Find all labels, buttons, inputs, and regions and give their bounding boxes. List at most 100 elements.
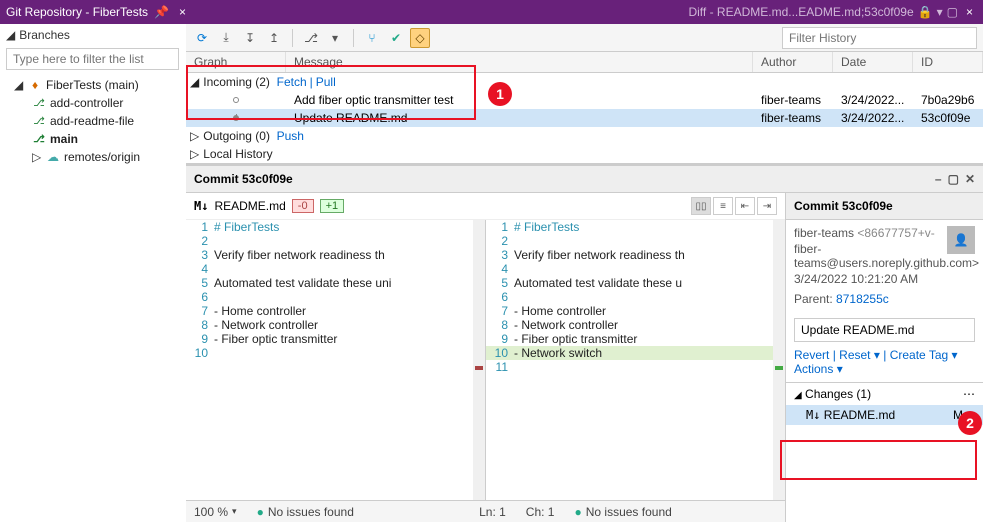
branch-graph-icon[interactable]: ⎇ — [301, 28, 321, 48]
reset-link[interactable]: Reset ▾ — [839, 348, 880, 362]
code-line[interactable]: 7- Home controller — [186, 304, 485, 318]
filter-icon[interactable]: ⑂ — [362, 28, 382, 48]
col-graph[interactable]: Graph — [186, 52, 286, 72]
push-icon[interactable]: ↥ — [264, 28, 284, 48]
line-number[interactable]: Ln: 1 — [479, 505, 506, 519]
actions-link[interactable]: Actions ▾ — [794, 362, 843, 376]
lock-icon: 🔒 — [918, 5, 933, 19]
changes-header[interactable]: ◢ Changes (1) ⋯ — [786, 382, 983, 405]
code-line[interactable]: 6 — [186, 290, 485, 304]
prev-diff-icon[interactable]: ⇤ — [735, 197, 755, 215]
commit-row[interactable]: Add fiber optic transmitter test fiber-t… — [186, 91, 983, 109]
commit-message-box[interactable]: Update README.md — [794, 318, 975, 342]
pull-icon[interactable]: ↧ — [240, 28, 260, 48]
char-number[interactable]: Ch: 1 — [526, 505, 555, 519]
filter-history-input[interactable] — [782, 27, 977, 49]
commit-msg: Update README.md — [286, 110, 753, 126]
close-window-icon[interactable]: × — [962, 5, 977, 19]
code-line[interactable]: 6 — [486, 290, 785, 304]
branch-main[interactable]: ⎇main — [28, 130, 185, 148]
code-line[interactable]: 11 — [486, 360, 785, 374]
create-tag-link[interactable]: Create Tag ▾ — [890, 348, 958, 362]
col-message[interactable]: Message — [286, 52, 753, 72]
git-icon: ♦ — [28, 78, 42, 92]
repo-node[interactable]: ◢♦ FiberTests (main) — [10, 76, 185, 94]
branch-add-controller[interactable]: ⎇ add-controller — [28, 94, 185, 112]
close-tab-icon[interactable]: × — [175, 5, 190, 19]
dropdown-icon[interactable]: ▾ — [325, 28, 345, 48]
code-line[interactable]: 9- Fiber optic transmitter — [186, 332, 485, 346]
code-line[interactable]: 2 — [186, 234, 485, 248]
commit-msg: Add fiber optic transmitter test — [286, 92, 753, 108]
status-bar: 100 % ▾ ● No issues found Ln: 1 Ch: 1 ● No… — [186, 500, 785, 522]
branches-header[interactable]: ◢Branches — [0, 24, 185, 46]
revert-link[interactable]: Revert — [794, 348, 829, 362]
code-line[interactable]: 10 — [186, 346, 485, 360]
side-by-side-icon[interactable]: ▯▯ — [691, 197, 711, 215]
pull-link[interactable]: Pull — [316, 75, 336, 89]
code-line[interactable]: 8- Network controller — [186, 318, 485, 332]
changed-file-item[interactable]: M↓ README.md M — [786, 405, 983, 425]
commit-row[interactable]: Update README.md fiber-teams 3/24/2022..… — [186, 109, 983, 127]
zoom-level[interactable]: 100 % ▾ — [194, 505, 237, 519]
code-line[interactable]: 2 — [486, 234, 785, 248]
changed-file-name: README.md — [824, 408, 895, 422]
branch-icon: ⎇ — [32, 134, 46, 145]
issues-status-2[interactable]: No issues found — [586, 505, 672, 519]
code-line[interactable]: 9- Fiber optic transmitter — [486, 332, 785, 346]
code-line[interactable]: 5Automated test validate these u — [486, 276, 785, 290]
more-icon[interactable]: ⋯ — [963, 387, 975, 401]
branch-label: add-controller — [50, 96, 123, 110]
issues-status[interactable]: No issues found — [268, 505, 354, 519]
code-line[interactable]: 8- Network controller — [486, 318, 785, 332]
diff-right-pane[interactable]: 1# FiberTests23Verify fiber network read… — [486, 220, 785, 500]
push-link[interactable]: Push — [277, 129, 304, 143]
col-author[interactable]: Author — [753, 52, 833, 72]
commit-details-title: Commit 53c0f09e — [786, 193, 983, 220]
col-id[interactable]: ID — [913, 52, 983, 72]
maximize-icon[interactable]: ▢ — [948, 172, 959, 186]
close-panel-icon[interactable]: ✕ — [965, 172, 975, 186]
window-float-icon[interactable]: ▢ — [947, 5, 958, 19]
local-history-label: Local History — [203, 147, 272, 161]
fetch-icon[interactable]: ⤓ — [216, 28, 236, 48]
code-line[interactable]: 5Automated test validate these uni — [186, 276, 485, 290]
minimize-icon[interactable]: – — [935, 172, 942, 186]
repo-name: FiberTests (main) — [46, 78, 139, 92]
fetch-link[interactable]: Fetch — [277, 75, 307, 89]
tag-icon[interactable]: ◇ — [410, 28, 430, 48]
branch-filter-input[interactable] — [6, 48, 179, 70]
history-grid-header: Graph Message Author Date ID — [186, 52, 983, 73]
outgoing-group[interactable]: ▷Outgoing (0) Push — [186, 127, 983, 145]
check-icon: ● — [574, 505, 581, 519]
check-icon[interactable]: ✔ — [386, 28, 406, 48]
pin-icon[interactable]: 📌 — [154, 5, 169, 19]
code-line[interactable]: 1# FiberTests — [486, 220, 785, 234]
branch-add-readme-file[interactable]: ⎇add-readme-file — [28, 112, 185, 130]
parent-label: Parent: — [794, 292, 833, 306]
additions-badge: +1 — [320, 199, 345, 213]
parent-hash-link[interactable]: 8718255c — [836, 292, 889, 306]
code-line[interactable]: 10- Network switch — [486, 346, 785, 360]
next-diff-icon[interactable]: ⇥ — [757, 197, 777, 215]
check-icon: ● — [257, 505, 264, 519]
callout-2: 2 — [958, 411, 982, 435]
code-line[interactable]: 3Verify fiber network readiness th — [186, 248, 485, 262]
code-line[interactable]: 4 — [486, 262, 785, 276]
commit-date: 3/24/2022... — [833, 110, 913, 126]
code-line[interactable]: 1# FiberTests — [186, 220, 485, 234]
code-line[interactable]: 3Verify fiber network readiness th — [486, 248, 785, 262]
incoming-group[interactable]: ◢Incoming (2) Fetch| Pull — [186, 73, 983, 91]
col-date[interactable]: Date — [833, 52, 913, 72]
refresh-icon[interactable]: ⟳ — [192, 28, 212, 48]
diff-left-pane[interactable]: 1# FiberTests23Verify fiber network read… — [186, 220, 486, 500]
code-line[interactable]: 4 — [186, 262, 485, 276]
remotes-node[interactable]: ▷☁remotes/origin — [28, 148, 185, 166]
code-line[interactable]: 7- Home controller — [486, 304, 785, 318]
avatar: 👤 — [947, 226, 975, 254]
branch-icon: ⎇ — [32, 98, 46, 109]
inline-view-icon[interactable]: ≡ — [713, 197, 733, 215]
commit-id: 7b0a29b6 — [913, 92, 983, 108]
local-history-group[interactable]: ▷Local History — [186, 145, 983, 163]
window-split-icon[interactable]: ▾ — [937, 5, 943, 19]
